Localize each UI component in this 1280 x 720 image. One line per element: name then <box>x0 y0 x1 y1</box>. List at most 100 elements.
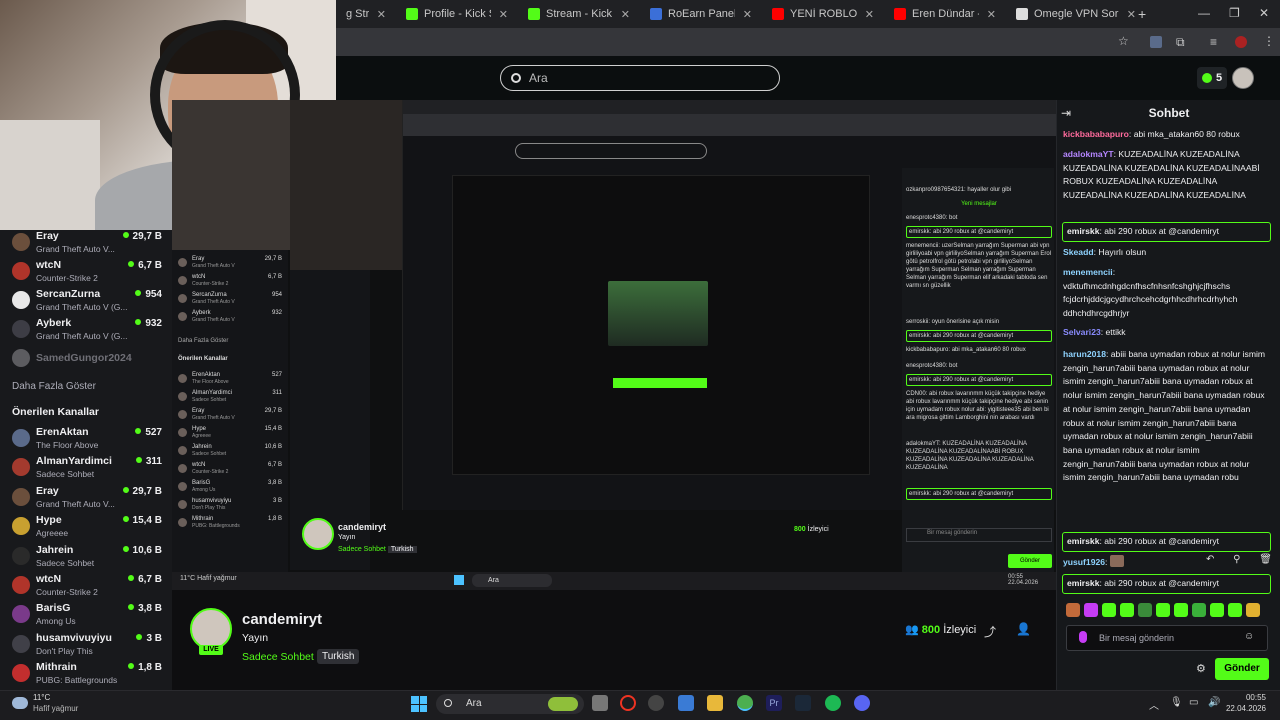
weather-icon[interactable] <box>12 697 28 709</box>
emote-icon[interactable] <box>1174 603 1188 617</box>
points-badge[interactable]: 5 <box>1197 67 1227 89</box>
emoji-icon[interactable]: ☺ <box>1244 631 1254 642</box>
chat-username[interactable]: Skeadd <box>1063 247 1094 257</box>
sidebar-channel[interactable]: Jahrein Sadece Sohbet 10,6 B <box>12 543 162 571</box>
browser-tab[interactable]: Omegle VPN Sorunu ✕ <box>1006 0 1146 28</box>
send-button[interactable]: Gönder <box>1215 658 1269 680</box>
sidebar-channel[interactable]: Eray Grand Theft Auto V... 29,7 B <box>12 229 162 257</box>
emote-icon[interactable] <box>1246 603 1260 617</box>
language-tag[interactable]: Turkish <box>317 649 360 664</box>
photos-icon[interactable] <box>678 695 694 711</box>
chat-message[interactable]: Selvari23: ettikk <box>1063 326 1271 340</box>
sidebar-channel[interactable]: Hype Agreeee 15,4 B <box>12 513 162 541</box>
sidebar-channel[interactable]: wtcN Counter-Strike 2 6,7 B <box>12 572 162 600</box>
puzzle-icon[interactable]: ⧉ <box>1176 35 1185 50</box>
chat-username[interactable]: yusuf1926 <box>1063 557 1105 567</box>
chat-message[interactable]: kickbababapuro: abi mka_atakan60 80 robu… <box>1063 128 1271 142</box>
sidebar-channel[interactable]: BarisG Among Us 3,8 B <box>12 601 162 629</box>
steam-icon[interactable] <box>795 695 811 711</box>
sidebar-channel[interactable]: SamedGungor2024 <box>12 345 162 373</box>
chat-message[interactable]: Skeadd: Hayırlı olsun <box>1063 246 1271 260</box>
browser-tab[interactable]: Eren Dündar - YouTu ✕ <box>884 0 1006 28</box>
start-icon[interactable] <box>411 696 427 712</box>
emote-icon[interactable] <box>1228 603 1242 617</box>
tool-icon[interactable] <box>648 695 664 711</box>
menu-icon[interactable]: ⋮ <box>1263 34 1275 48</box>
browser-tab[interactable]: Profile - Kick Streami ✕ <box>396 0 518 28</box>
chat-settings-icon[interactable]: ⚙ <box>1196 662 1206 675</box>
sidebar-channel[interactable]: AlmanYardimci Sadece Sohbet 311 <box>12 454 162 482</box>
minimize-icon[interactable]: — <box>1198 6 1210 20</box>
close-tab-icon[interactable]: ✕ <box>865 8 874 21</box>
browser-tab[interactable]: Stream - Kick Dashbo ✕ <box>518 0 640 28</box>
premiere-icon[interactable]: Pr <box>766 695 782 711</box>
sidebar-channel[interactable]: Mithrain PUBG: Battlegrounds 1,8 B <box>12 660 162 688</box>
chat-message[interactable]: adalokmaYT: KUZEADALİNA KUZEADALİNA KUZE… <box>1063 148 1271 203</box>
mic-tray-icon[interactable]: 🎙 <box>1170 697 1183 708</box>
display-tray-icon[interactable]: ▭ <box>1189 697 1198 708</box>
tray-chevron-icon[interactable]: ︿ <box>1149 697 1159 712</box>
sidebar-channel[interactable]: Eray Grand Theft Auto V... 29,7 B <box>12 484 162 512</box>
stream-player[interactable]: Eray Grand Theft Auto V 29,7 B wtcN Counter… <box>172 100 1056 572</box>
extension-icon[interactable] <box>1150 36 1162 48</box>
close-tab-icon[interactable]: ✕ <box>1127 8 1136 21</box>
emote-icon[interactable] <box>1192 603 1206 617</box>
sidebar-channel[interactable]: SercanZurna Grand Theft Auto V (G... 954 <box>12 287 162 315</box>
chat-username[interactable]: emirskk <box>1067 226 1100 236</box>
close-tab-icon[interactable]: ✕ <box>743 8 752 21</box>
microphone-icon[interactable] <box>1079 631 1087 643</box>
emote-icon[interactable] <box>1156 603 1170 617</box>
chat-input[interactable]: Bir mesaj gönderin <box>1066 625 1268 651</box>
sidebar-channel[interactable]: ErenAktan The Floor Above 527 <box>12 425 162 453</box>
emote-icon[interactable] <box>1084 603 1098 617</box>
chat-message[interactable]: emirskk: abi 290 robux at @candemiryt <box>1062 222 1271 242</box>
widget-icon[interactable] <box>548 697 578 711</box>
sidebar-channel[interactable]: Ayberk Grand Theft Auto V (G... 932 <box>12 316 162 344</box>
delete-icon[interactable]: 🗑 <box>1259 554 1272 568</box>
stream-category[interactable]: Sadece Sohbet <box>242 651 314 663</box>
clock-time[interactable]: 00:55 <box>1220 693 1266 702</box>
streamer-name[interactable]: candemiryt <box>242 611 322 628</box>
chat-message[interactable]: emirskk: abi 290 robux at @candemiryt <box>1062 574 1271 594</box>
chat-username[interactable]: emirskk <box>1067 536 1100 546</box>
search-input[interactable]: Ara <box>500 65 780 91</box>
chrome-icon[interactable] <box>737 695 753 711</box>
browser-tab[interactable]: g Stream ✕ <box>336 0 396 28</box>
close-tab-icon[interactable]: ✕ <box>499 8 508 21</box>
chat-username[interactable]: Selvari23 <box>1063 327 1101 337</box>
follow-icon[interactable]: 👤 <box>1016 622 1031 636</box>
chat-username[interactable]: kickbababapuro <box>1063 129 1129 139</box>
close-tab-icon[interactable]: ✕ <box>377 8 386 21</box>
browser-tab[interactable]: RoEarn Paneli ✕ <box>640 0 762 28</box>
reply-icon[interactable]: ↶ <box>1206 554 1214 568</box>
chat-message[interactable]: emirskk: abi 290 robux at @candemiryt <box>1062 532 1271 552</box>
clock-date[interactable]: 22.04.2026 <box>1210 704 1266 713</box>
chat-username[interactable]: emirskk <box>1067 578 1100 588</box>
user-avatar[interactable] <box>1232 67 1254 89</box>
emote-icon[interactable] <box>1066 603 1080 617</box>
file-explorer-icon[interactable] <box>707 695 723 711</box>
browser-tab[interactable]: YENİ ROBLOX ÇIKTI ✕ <box>762 0 884 28</box>
chat-username[interactable]: adalokmaYT <box>1063 149 1114 159</box>
streamer-avatar[interactable] <box>190 608 232 650</box>
close-icon[interactable]: ✕ <box>1259 6 1269 20</box>
share-icon[interactable]: ⤴ <box>984 623 996 640</box>
sidebar-channel[interactable]: husamvivuyiyu Don't Play This 3 B <box>12 631 162 659</box>
chat-username[interactable]: harun2018 <box>1063 349 1106 359</box>
close-tab-icon[interactable]: ✕ <box>987 8 996 21</box>
spotify-icon[interactable] <box>825 695 841 711</box>
bookmark-star-icon[interactable]: ☆ <box>1118 34 1129 48</box>
emote-icon[interactable] <box>1120 603 1134 617</box>
maximize-icon[interactable]: ❐ <box>1229 6 1240 20</box>
task-view-icon[interactable] <box>592 695 608 711</box>
new-tab-button[interactable]: + <box>1138 6 1146 22</box>
emote-icon[interactable] <box>1138 603 1152 617</box>
chat-username[interactable]: menemencii <box>1063 267 1113 277</box>
opera-icon[interactable] <box>620 695 636 711</box>
discord-icon[interactable] <box>854 695 870 711</box>
show-more-link[interactable]: Daha Fazla Göster <box>12 381 96 392</box>
emote-icon[interactable] <box>1102 603 1116 617</box>
close-tab-icon[interactable]: ✕ <box>621 8 630 21</box>
chat-message[interactable]: harun2018: abiii bana uymadan robux at n… <box>1063 348 1271 485</box>
media-icon[interactable]: ≡ <box>1210 35 1217 49</box>
